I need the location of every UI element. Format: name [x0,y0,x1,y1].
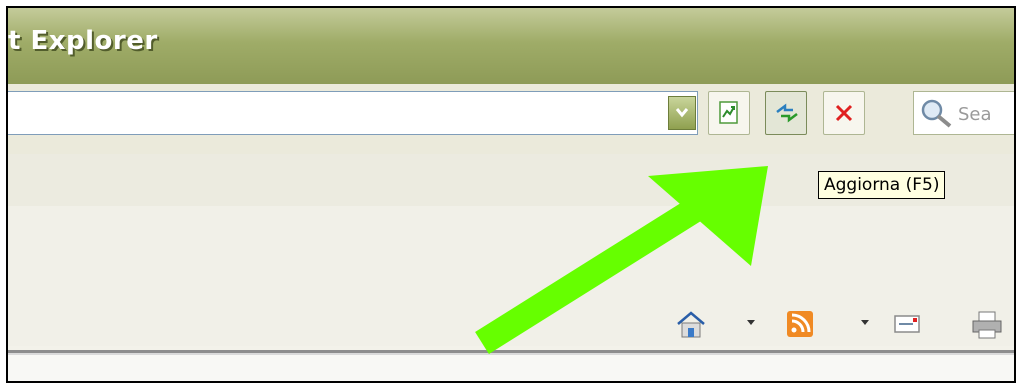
go-button[interactable] [708,91,750,135]
browser-window: t Explorer Sea Aggiorna (F5) [6,6,1016,383]
address-bar-row: Sea [8,84,1014,155]
print-icon[interactable] [970,310,1004,340]
chevron-down-icon [675,108,689,118]
command-bar [8,304,1014,346]
rss-feed-icon[interactable] [786,310,814,338]
refresh-icon [776,103,798,123]
address-dropdown-button[interactable] [668,96,696,130]
search-box[interactable]: Sea [913,91,1014,135]
links-bar: Aggiorna (F5) [8,154,1014,207]
magnifier-icon [921,99,952,128]
title-bar: t Explorer [8,8,1014,84]
home-icon[interactable] [676,310,706,340]
window-title: t Explorer [8,26,158,56]
go-page-icon [719,101,738,124]
stop-x-icon [835,104,853,122]
refresh-tooltip: Aggiorna (F5) [818,171,946,199]
mail-icon[interactable] [893,310,923,338]
search-placeholder: Sea [958,104,992,125]
home-dropdown-arrow[interactable] [747,320,755,325]
refresh-button[interactable] [765,91,807,135]
address-input[interactable] [8,91,698,135]
page-content [8,355,1014,381]
feed-dropdown-arrow[interactable] [861,320,869,325]
stop-button[interactable] [823,91,865,135]
